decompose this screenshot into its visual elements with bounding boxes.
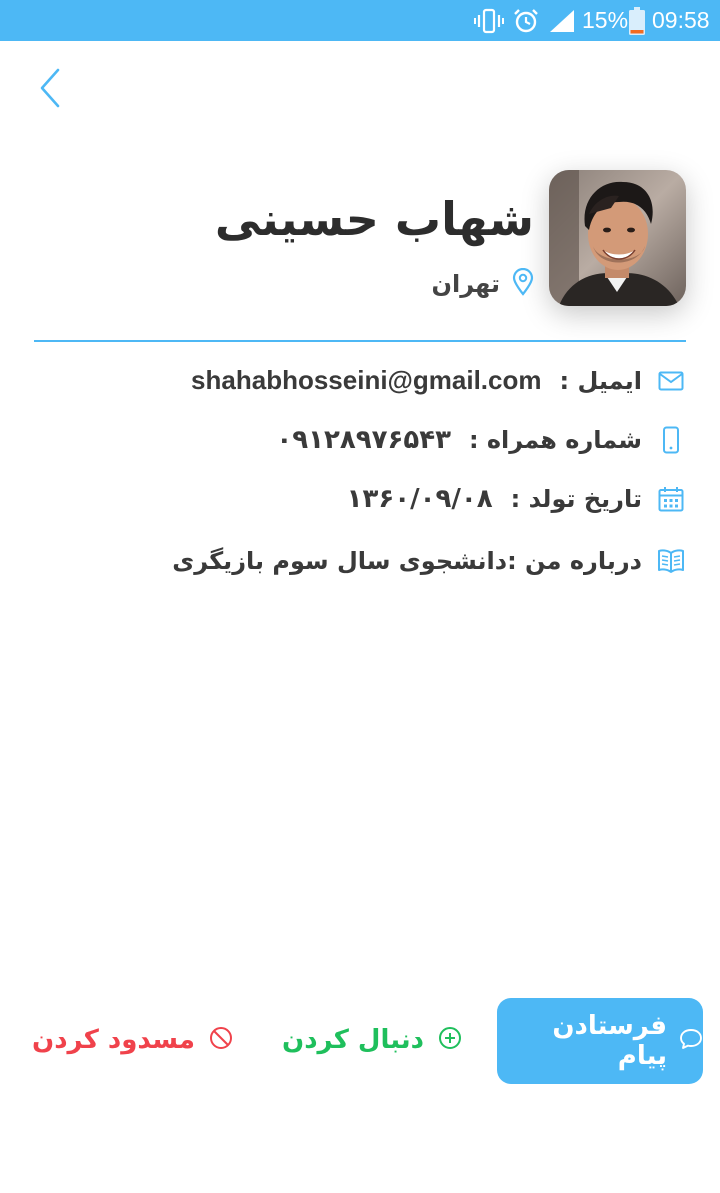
email-label: ایمیل : [559,366,643,395]
chat-bubble-icon [679,1028,703,1054]
birthdate-label: تاریخ تولد : [510,485,642,513]
alarm-icon [513,0,541,41]
phone-row: شماره همراه : ۰۹۱۲۸۹۷۶۵۴۳ [276,425,686,455]
profile-name: شهاب حسینی [214,192,534,246]
about-text: درباره من :دانشجوی سال سوم بازیگری [172,547,642,575]
plus-circle-icon [438,1026,462,1054]
profile-photo [549,170,686,306]
send-message-label: فرستادن پیام [552,1011,667,1071]
birthdate-row: تاریخ تولد : ۱۳۶۰/۰۹/۰۸ [347,484,686,514]
book-icon [656,546,686,576]
status-bar: 15% 09:58 [0,0,720,41]
avatar[interactable] [549,170,686,306]
block-icon [209,1026,233,1054]
location-pin-icon [512,267,534,300]
battery-percent: 15% [582,7,629,33]
back-button[interactable] [30,66,70,114]
send-message-button[interactable]: فرستادن پیام [497,998,703,1084]
email-row: ایمیل : shahabhosseini@gmail.com [191,365,686,396]
block-button[interactable]: مسدود کردن [32,1018,233,1062]
chevron-left-icon [38,68,62,112]
location-row: تهران [431,267,535,300]
status-time: 09:58 [652,7,710,33]
about-row: درباره من :دانشجوی سال سوم بازیگری [172,546,686,576]
email-value[interactable]: shahabhosseini@gmail.com [191,365,541,396]
mail-icon [656,366,686,396]
block-label: مسدود کردن [32,1025,195,1055]
follow-label: دنبال کردن [282,1025,424,1055]
divider [34,340,686,342]
battery-icon [629,0,647,41]
phone-icon [656,425,686,455]
phone-label: شماره همراه : [468,426,642,454]
birthdate-value: ۱۳۶۰/۰۹/۰۸ [346,484,493,514]
location-label: تهران [431,270,501,298]
vibrate-icon [474,0,504,41]
follow-button[interactable]: دنبال کردن [282,1018,462,1062]
calendar-icon [656,484,686,514]
phone-value[interactable]: ۰۹۱۲۸۹۷۶۵۴۳ [276,425,451,455]
signal-icon [549,0,575,41]
